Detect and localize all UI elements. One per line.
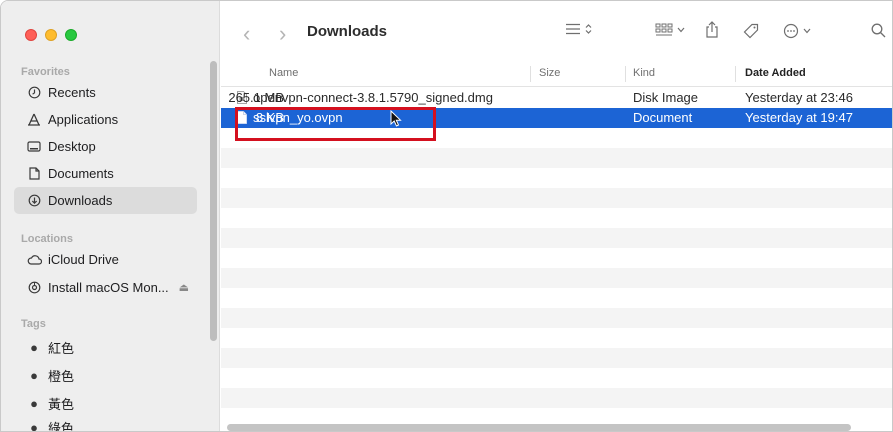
- empty-row: [221, 368, 892, 388]
- annotation-highlight-box: [235, 107, 436, 141]
- group-icon: [655, 23, 673, 36]
- sidebar-item-applications[interactable]: Applications: [14, 106, 197, 133]
- empty-row: [221, 228, 892, 248]
- sidebar-item-icloud-drive[interactable]: iCloud Drive: [14, 246, 197, 273]
- sidebar-item-recents[interactable]: Recents: [14, 79, 197, 106]
- sidebar-item-tag-green[interactable]: ● 綠色: [14, 414, 197, 432]
- group-button[interactable]: [655, 23, 685, 37]
- clock-icon: [26, 86, 42, 99]
- sidebar-item-label: Downloads: [48, 193, 113, 208]
- empty-row: [221, 188, 892, 208]
- window-controls: [25, 29, 77, 41]
- sidebar-item-tag-red[interactable]: ● 紅色: [14, 334, 197, 361]
- sidebar-item-documents[interactable]: Documents: [14, 160, 197, 187]
- empty-row: [221, 268, 892, 288]
- empty-row: [221, 288, 892, 308]
- zoom-button[interactable]: [65, 29, 77, 41]
- toolbar: ‹ › Downloads: [221, 1, 892, 61]
- empty-row: [221, 328, 892, 348]
- tag-button[interactable]: [743, 23, 759, 39]
- window-title: Downloads: [307, 23, 388, 40]
- document-icon: [26, 167, 42, 180]
- eject-icon[interactable]: ⏏: [179, 281, 189, 294]
- disk-icon: [26, 281, 42, 294]
- column-size-header[interactable]: Size: [539, 67, 560, 79]
- empty-row: [221, 388, 892, 408]
- tag-icon: [743, 23, 759, 39]
- applications-icon: [26, 113, 42, 126]
- table-row[interactable]: openvpn-connect-3.8.1.5790_signed.dmg 26…: [221, 88, 892, 108]
- file-date-added: Yesterday at 19:47: [745, 110, 853, 125]
- share-icon: [706, 21, 718, 38]
- sidebar-item-label: 黃色: [48, 397, 75, 412]
- sidebar-item-tag-yellow[interactable]: ● 黃色: [14, 390, 197, 417]
- sidebar-item-label: 綠色: [48, 421, 75, 432]
- empty-row: [221, 168, 892, 188]
- finder-window: Favorites Recents Applications Desktop D…: [0, 0, 893, 432]
- ellipsis-circle-icon: [783, 23, 799, 39]
- view-list-button[interactable]: [565, 23, 592, 35]
- chevron-updown-icon: [585, 24, 592, 34]
- desktop-icon: [26, 140, 42, 153]
- empty-row: [221, 248, 892, 268]
- forward-button[interactable]: ›: [279, 21, 286, 47]
- sidebar-item-label: Recents: [48, 85, 96, 100]
- column-divider[interactable]: [735, 66, 736, 82]
- more-actions-button[interactable]: [783, 23, 811, 39]
- sidebar-item-label: iCloud Drive: [48, 252, 119, 267]
- file-size: 265.1 MB: [228, 90, 284, 105]
- sidebar-item-desktop[interactable]: Desktop: [14, 133, 197, 160]
- file-name: openvpn-connect-3.8.1.5790_signed.dmg: [253, 90, 493, 105]
- file-kind: Document: [633, 110, 693, 125]
- locations-label: Locations: [21, 233, 73, 245]
- search-button[interactable]: [871, 23, 886, 38]
- sidebar-item-label: Documents: [48, 166, 114, 181]
- sidebar-item-downloads[interactable]: Downloads: [14, 187, 197, 214]
- sidebar-scrollbar[interactable]: [210, 61, 217, 341]
- column-divider[interactable]: [530, 66, 531, 82]
- tag-dot-icon: ●: [30, 340, 38, 355]
- sidebar-item-tag-orange[interactable]: ● 橙色: [14, 362, 197, 389]
- tag-dot-icon: ●: [30, 368, 38, 383]
- empty-row: [221, 308, 892, 328]
- file-kind: Disk Image: [633, 90, 699, 105]
- share-button[interactable]: [705, 21, 719, 38]
- favorites-label: Favorites: [21, 66, 70, 78]
- sidebar-item-label: 橙色: [48, 369, 75, 384]
- sidebar-item-install-macos[interactable]: Install macOS Mon... ⏏: [14, 274, 197, 301]
- tags-label: Tags: [21, 318, 46, 330]
- sidebar: Favorites Recents Applications Desktop D…: [1, 1, 220, 432]
- empty-row: [221, 148, 892, 168]
- tag-dot-icon: ●: [30, 396, 38, 411]
- download-icon: [26, 194, 42, 207]
- column-name-header[interactable]: Name: [269, 67, 298, 79]
- sidebar-item-label: Install macOS Mon...: [48, 280, 169, 295]
- search-icon: [871, 23, 886, 38]
- mouse-cursor-icon: [390, 110, 402, 127]
- column-date-added-header[interactable]: Date Added: [745, 67, 806, 79]
- chevron-down-icon: [677, 27, 685, 33]
- file-date-added: Yesterday at 23:46: [745, 90, 853, 105]
- back-button[interactable]: ‹: [243, 21, 250, 47]
- cloud-icon: [26, 254, 42, 265]
- sidebar-item-label: 紅色: [48, 341, 75, 356]
- close-button[interactable]: [25, 29, 37, 41]
- tag-dot-icon: ●: [30, 420, 38, 432]
- sidebar-item-label: Applications: [48, 112, 119, 127]
- column-kind-header[interactable]: Kind: [633, 67, 655, 79]
- minimize-button[interactable]: [45, 29, 57, 41]
- empty-row: [221, 348, 892, 368]
- sidebar-item-label: Desktop: [48, 139, 96, 154]
- horizontal-scrollbar[interactable]: [227, 424, 851, 431]
- column-divider[interactable]: [625, 66, 626, 82]
- empty-row: [221, 208, 892, 228]
- chevron-down-icon: [803, 28, 811, 34]
- list-view-icon: [566, 23, 580, 35]
- column-header: Name Size Kind Date Added: [221, 61, 892, 87]
